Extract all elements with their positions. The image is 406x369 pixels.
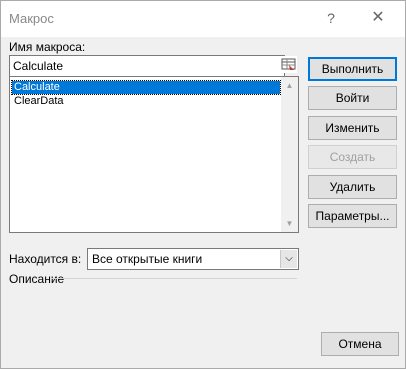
dialog-content: Имя макроса: Calculate Calculate ClearDa…	[1, 37, 405, 368]
scroll-up-icon[interactable]: ▲	[281, 77, 298, 94]
options-button[interactable]: Параметры...	[308, 204, 397, 228]
scroll-down-icon[interactable]: ▼	[281, 215, 298, 232]
macro-name-label: Имя макроса:	[9, 40, 86, 54]
close-button[interactable]: ✕	[358, 5, 398, 31]
range-select-icon	[281, 58, 296, 70]
delete-button[interactable]: Удалить	[308, 175, 397, 199]
list-item[interactable]: ClearData	[12, 95, 280, 108]
macro-dialog: Макрос ? ✕ Имя макроса: Calculate Calcul…	[0, 0, 406, 369]
macro-list[interactable]: Calculate ClearData ▲ ▼	[9, 76, 299, 233]
location-label: Находится в:	[9, 252, 82, 266]
chevron-down-icon[interactable]: ⌵	[280, 250, 297, 268]
window-title: Макрос	[9, 11, 54, 26]
cancel-button[interactable]: Отмена	[321, 332, 399, 356]
title-bar: Макрос ? ✕	[1, 1, 405, 37]
step-into-button[interactable]: Войти	[308, 86, 397, 110]
description-area	[9, 289, 297, 349]
description-divider	[51, 278, 297, 279]
create-button[interactable]: Создать	[308, 145, 397, 169]
description-label: Описание	[9, 272, 65, 286]
list-scrollbar[interactable]: ▲ ▼	[281, 77, 298, 232]
help-button[interactable]: ?	[311, 5, 351, 31]
list-item[interactable]: Calculate	[11, 80, 281, 95]
collapse-dialog-button[interactable]	[280, 56, 297, 73]
location-value: Все открытые книги	[92, 252, 203, 266]
macro-name-input[interactable]: Calculate	[9, 55, 285, 77]
location-select[interactable]: Все открытые книги ⌵	[87, 248, 299, 270]
run-button[interactable]: Выполнить	[308, 57, 397, 81]
edit-button[interactable]: Изменить	[308, 116, 397, 140]
